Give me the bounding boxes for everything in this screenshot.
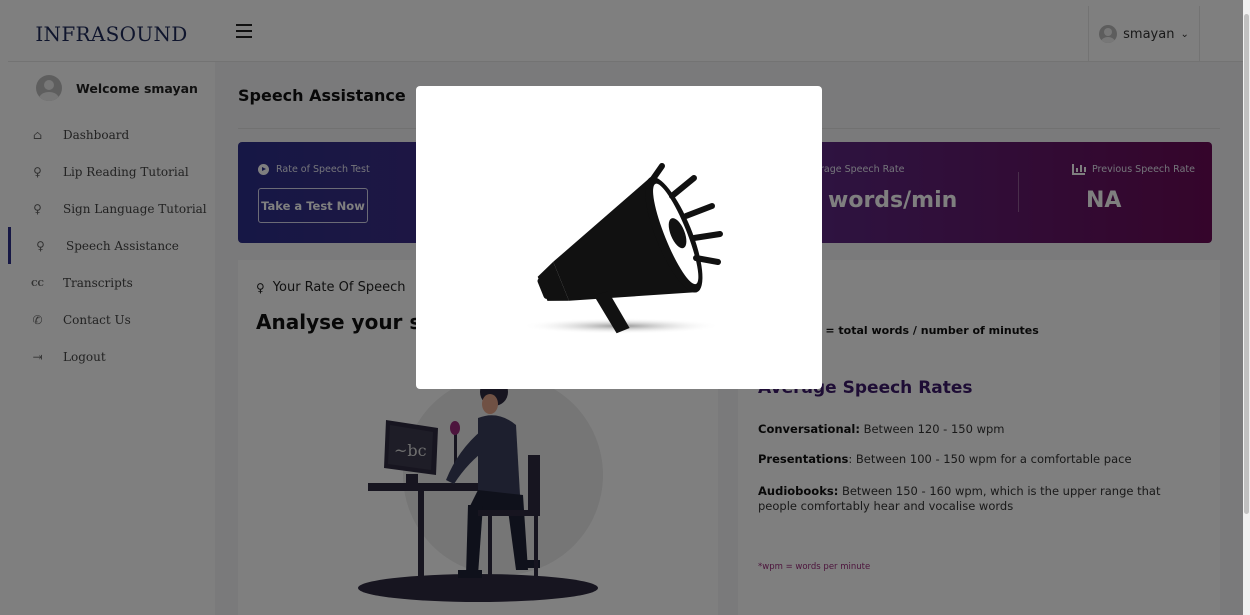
scrollbar-thumb[interactable] — [1244, 14, 1249, 514]
page: INFRASOUND smayan ⌄ Welcome smayan ⌂ Das… — [0, 0, 1250, 615]
megaphone-icon — [521, 163, 723, 334]
loading-modal — [416, 86, 822, 389]
